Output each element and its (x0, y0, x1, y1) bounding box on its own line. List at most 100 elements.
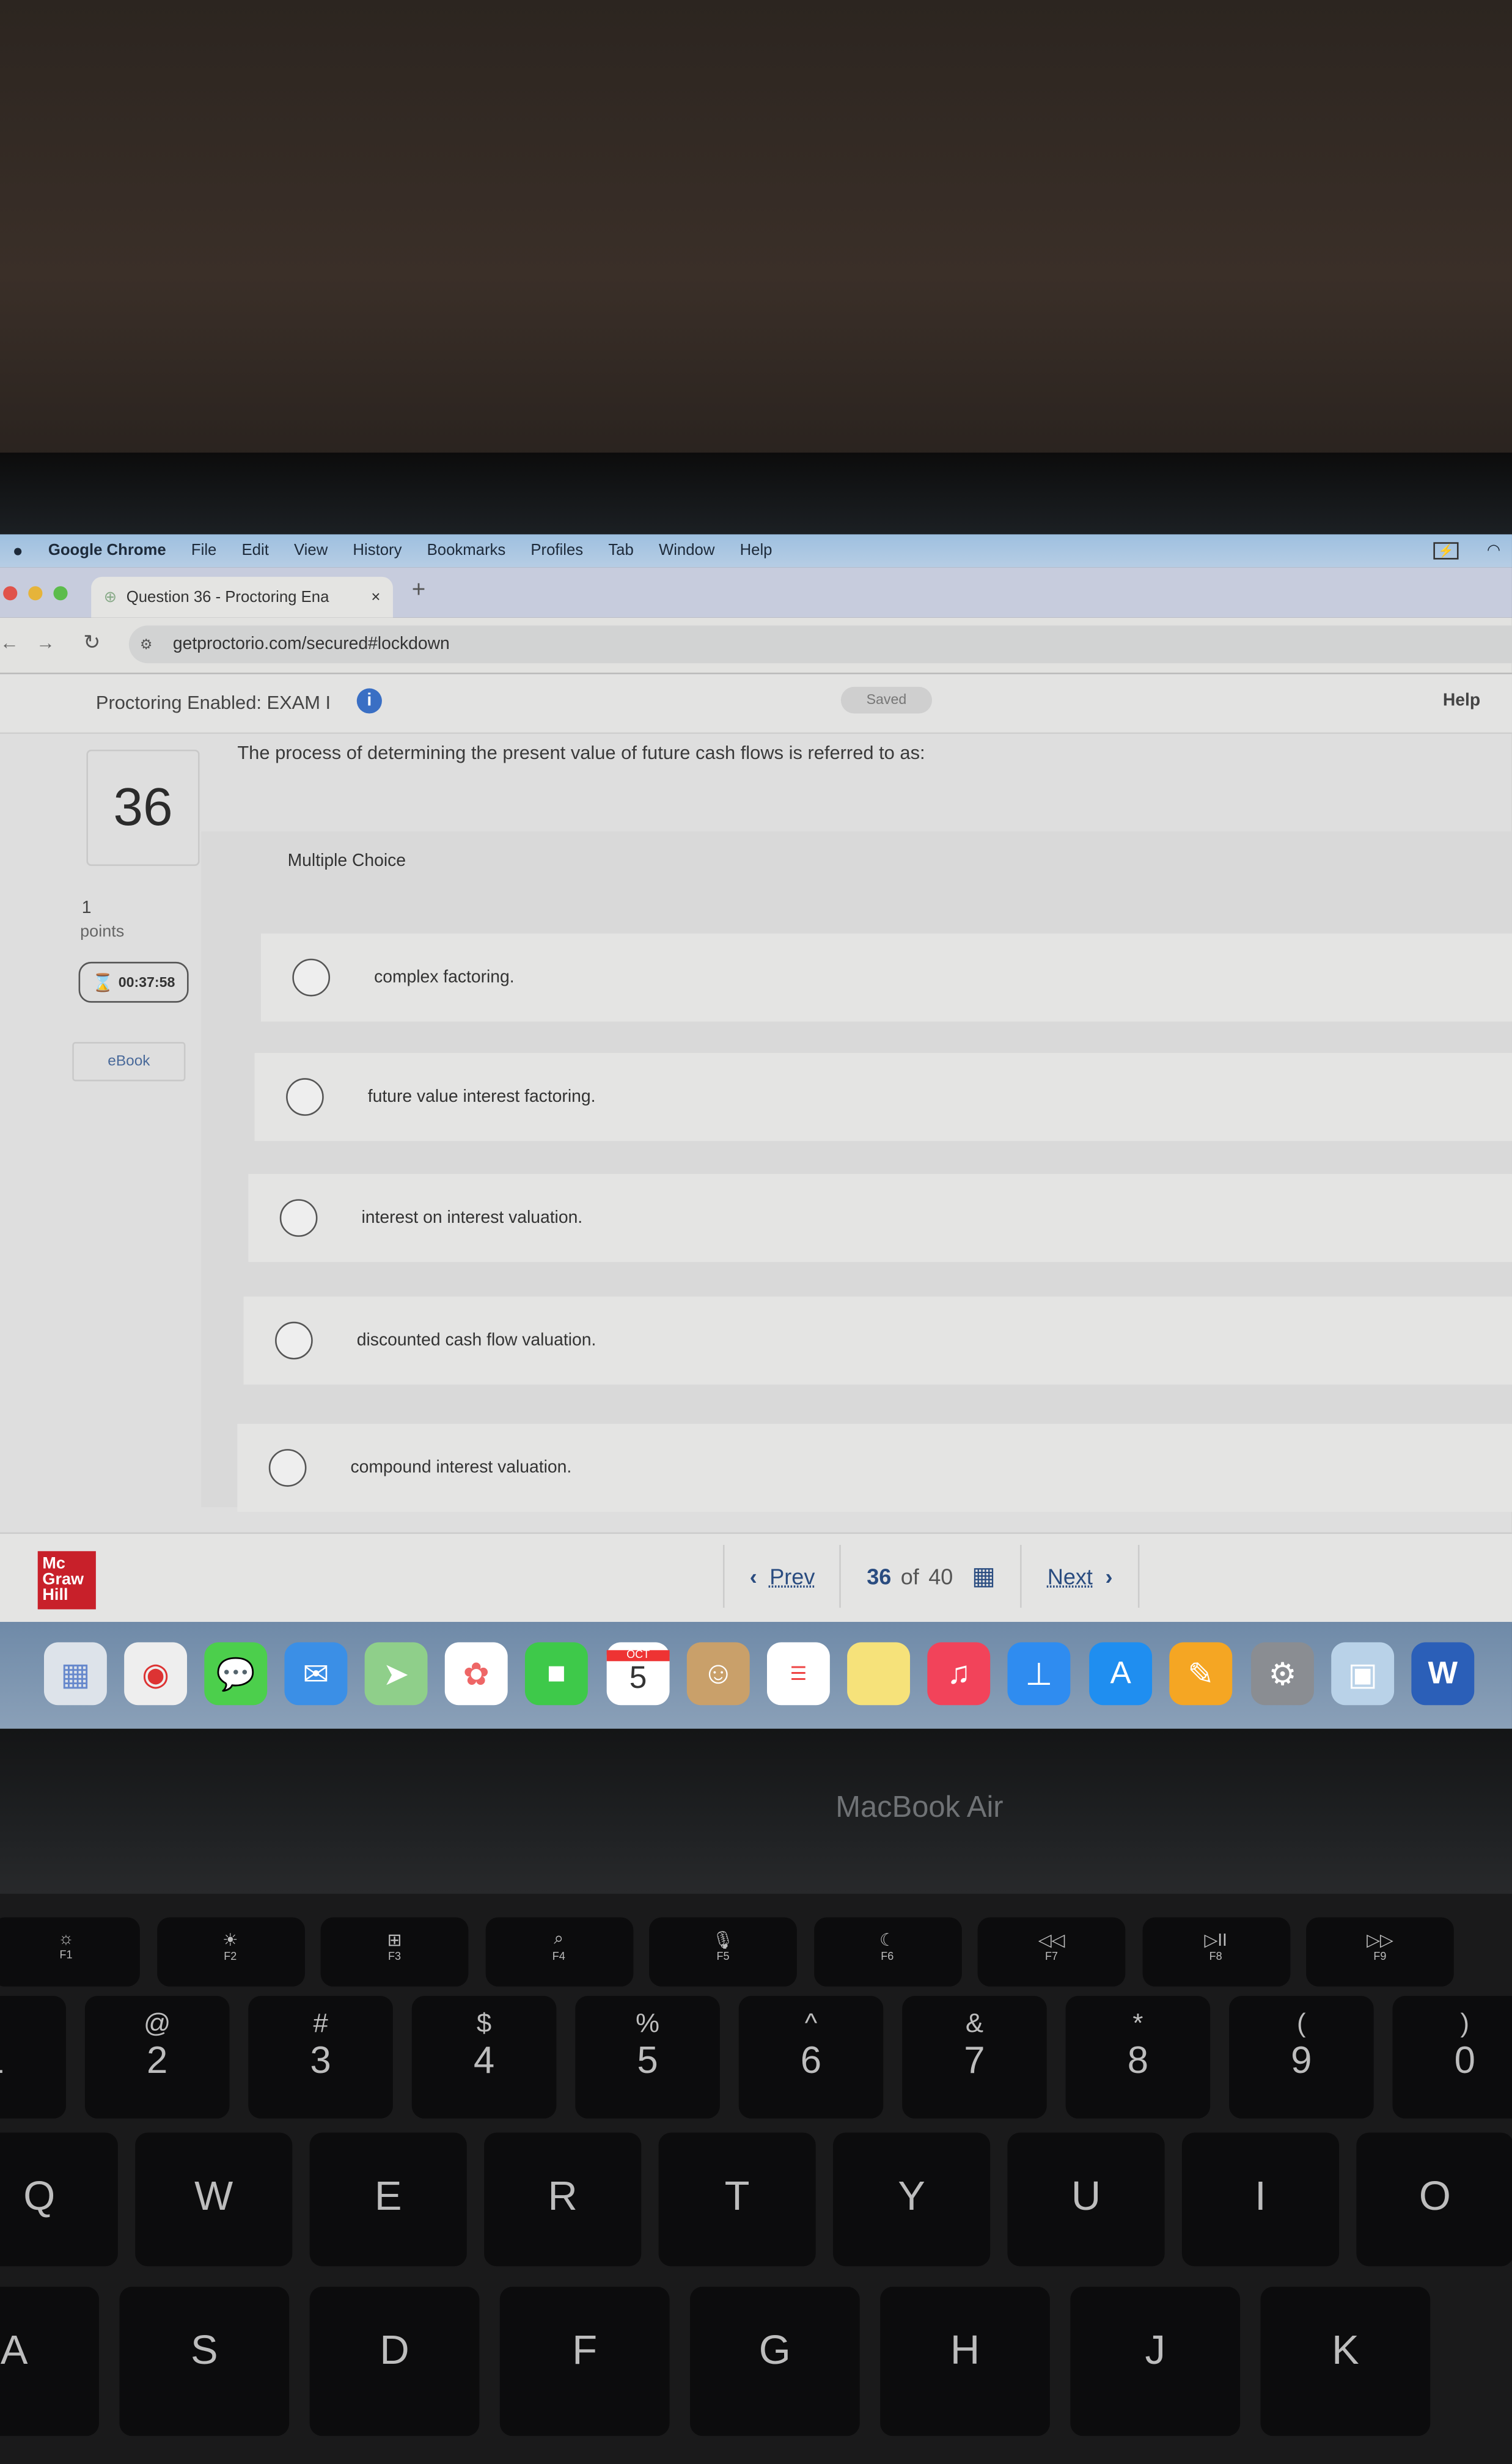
number-key[interactable]: $4 (411, 1996, 557, 2119)
close-window-button[interactable] (3, 586, 18, 601)
answer-option[interactable]: discounted cash flow valuation. (243, 1296, 1512, 1385)
word-icon[interactable]: W (1411, 1642, 1475, 1706)
number-key[interactable]: * 8 (1065, 1996, 1211, 2119)
letter-key[interactable]: E (309, 2132, 467, 2267)
maximize-window-button[interactable] (53, 586, 68, 601)
letter-key[interactable]: H (880, 2286, 1050, 2436)
answer-option[interactable]: compound interest valuation. (237, 1423, 1512, 1512)
menu-history[interactable]: History (353, 542, 402, 559)
grid-icon[interactable]: ▦ (972, 1561, 996, 1592)
tab-question-36[interactable]: ⊕ Question 36 - Proctoring Ena × (91, 576, 393, 618)
number-key[interactable]: % 5 (575, 1996, 720, 2119)
function-key[interactable]: ▷II F8 (1142, 1917, 1290, 1987)
function-key[interactable]: ☾ F6 (813, 1917, 961, 1987)
menu-file[interactable]: File (191, 542, 216, 559)
number-key[interactable]: #3 (248, 1996, 393, 2119)
preview-icon[interactable]: ▣ (1331, 1642, 1395, 1706)
app-store-icon[interactable]: A (1089, 1642, 1153, 1706)
key-label: 4 (473, 2040, 495, 2083)
pages-icon[interactable]: ✎ (1169, 1642, 1233, 1706)
number-key[interactable]: !1 (0, 1996, 67, 2119)
menu-edit[interactable]: Edit (242, 542, 269, 559)
back-icon[interactable]: ← (0, 632, 19, 654)
key-label: 1 (0, 2040, 66, 2084)
calendar-icon[interactable]: OCT 5 (606, 1642, 670, 1706)
mail-icon[interactable]: ✉ (284, 1642, 348, 1706)
radio-button[interactable] (286, 1078, 324, 1116)
new-tab-button[interactable]: + (412, 577, 426, 604)
photos-icon[interactable]: ✿ (444, 1642, 508, 1706)
answer-option[interactable]: interest on interest valuation. (248, 1174, 1512, 1263)
apple-icon[interactable]: ● (13, 541, 23, 560)
letter-key[interactable]: G (689, 2286, 860, 2436)
menu-profiles[interactable]: Profiles (530, 542, 583, 559)
letter-key[interactable]: Y (833, 2132, 991, 2267)
letter-key[interactable]: T (658, 2132, 816, 2267)
minimize-window-button[interactable] (28, 586, 43, 601)
menu-app-name[interactable]: Google Chrome (48, 542, 166, 559)
number-key[interactable]: ) 0 (1392, 1996, 1512, 2119)
radio-button[interactable] (275, 1321, 313, 1360)
key-label: F (572, 2326, 598, 2374)
function-key[interactable]: ◁◁ F7 (977, 1917, 1126, 1987)
ebook-button[interactable]: eBook (72, 1042, 186, 1082)
menu-help[interactable]: Help (740, 542, 773, 559)
menu-view[interactable]: View (294, 542, 328, 559)
function-key[interactable]: ⌕ F4 (485, 1917, 633, 1987)
messages-icon[interactable]: 💬 (204, 1642, 268, 1706)
letter-key[interactable]: K (1260, 2286, 1431, 2436)
function-key[interactable]: ☀ F2 (156, 1917, 304, 1987)
letter-key[interactable]: F (499, 2286, 670, 2436)
info-icon[interactable]: i (356, 688, 382, 714)
reminders-icon[interactable]: ☰ (766, 1642, 830, 1706)
function-key[interactable]: 🎙 F5 (649, 1917, 797, 1987)
forward-icon[interactable]: → (36, 632, 55, 654)
menu-window[interactable]: Window (659, 542, 714, 559)
letter-key[interactable]: S (119, 2286, 290, 2436)
letter-key[interactable]: Q (0, 2132, 118, 2267)
letter-key[interactable]: D (309, 2286, 480, 2436)
answer-option[interactable]: future value interest factoring. (254, 1053, 1512, 1142)
number-key[interactable]: ^ 6 (738, 1996, 884, 2119)
menu-bookmarks[interactable]: Bookmarks (427, 542, 506, 559)
number-key[interactable]: (9 (1229, 1996, 1374, 2119)
tab-close-icon[interactable]: × (371, 588, 380, 606)
chrome-icon[interactable]: ◉ (124, 1642, 188, 1706)
system-settings-icon[interactable]: ⚙ (1251, 1642, 1314, 1706)
wifi-icon[interactable]: ◠ (1487, 542, 1500, 559)
radio-button[interactable] (279, 1199, 318, 1237)
letter-key[interactable]: U (1007, 2132, 1165, 2267)
letter-key[interactable]: R (484, 2132, 642, 2267)
function-key[interactable]: ☼ F1 (0, 1917, 140, 1987)
number-key[interactable]: & 7 (902, 1996, 1047, 2119)
site-settings-icon[interactable]: ⚙ (140, 636, 153, 653)
keynote-icon[interactable]: ⊥ (1007, 1642, 1071, 1706)
key-label: ⌕ (554, 1930, 564, 1949)
menu-tab[interactable]: Tab (608, 542, 633, 559)
function-key[interactable]: ⊞ F3 (320, 1917, 469, 1987)
launchpad-icon[interactable]: ▦ (44, 1642, 107, 1706)
answer-option[interactable]: complex factoring. (260, 933, 1512, 1022)
letter-key[interactable]: J (1070, 2286, 1241, 2436)
contacts-icon[interactable]: ☺ (686, 1642, 750, 1706)
maps-icon[interactable]: ➤ (364, 1642, 428, 1706)
music-icon[interactable]: ♫ (927, 1642, 991, 1706)
letter-key[interactable]: A (0, 2286, 100, 2436)
function-key[interactable]: ▷▷ F9 (1306, 1917, 1454, 1987)
url-bar[interactable]: ⚙ getproctorio.com/secured#lockdown (128, 625, 1512, 664)
background-wall (0, 0, 1512, 459)
radio-button[interactable] (268, 1449, 307, 1487)
help-link[interactable]: Help (1443, 692, 1480, 711)
next-button[interactable]: Next › (1021, 1544, 1140, 1608)
points-label: points (80, 922, 125, 942)
reload-icon[interactable]: ↻ (83, 630, 100, 655)
notes-icon[interactable] (847, 1642, 911, 1706)
prev-button[interactable]: ‹ Prev (722, 1544, 842, 1608)
radio-button[interactable] (292, 958, 331, 997)
letter-key[interactable]: W (135, 2132, 293, 2267)
battery-icon[interactable]: ⚡ (1433, 542, 1459, 560)
letter-key[interactable]: O (1356, 2132, 1512, 2267)
letter-key[interactable]: I (1181, 2132, 1340, 2267)
facetime-icon[interactable]: ■ (524, 1642, 588, 1706)
number-key[interactable]: @2 (84, 1996, 230, 2119)
